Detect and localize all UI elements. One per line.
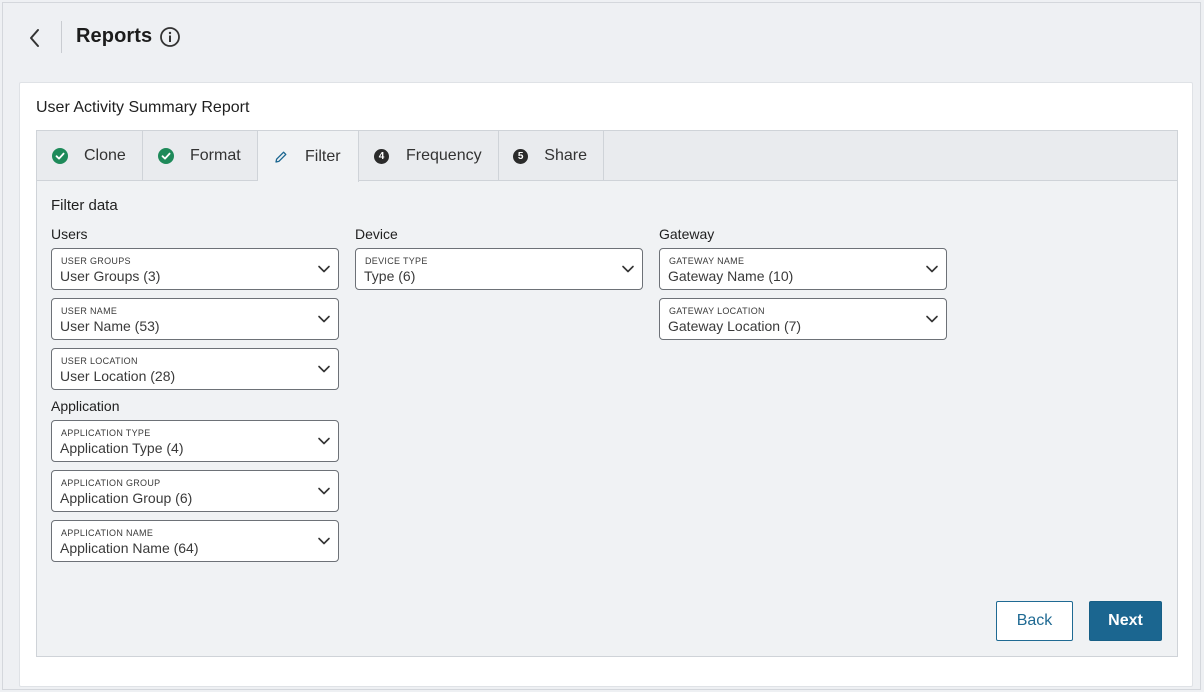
next-button[interactable]: Next bbox=[1089, 601, 1162, 641]
report-wizard: Clone Format Filter 4 Frequency 5 Share … bbox=[36, 130, 1178, 657]
tab-label: Format bbox=[190, 147, 241, 164]
application-name-dropdown[interactable]: APPLICATION NAME Application Name (64) bbox=[51, 520, 339, 562]
tab-format[interactable]: Format bbox=[143, 131, 258, 181]
gateway-name-dropdown[interactable]: GATEWAY NAME Gateway Name (10) bbox=[659, 248, 947, 290]
user-name-dropdown[interactable]: USER NAME User Name (53) bbox=[51, 298, 339, 340]
page-title: Reports bbox=[76, 25, 153, 47]
chevron-down-icon bbox=[318, 487, 330, 495]
chevron-down-icon bbox=[318, 537, 330, 545]
device-type-dropdown[interactable]: DEVICE TYPE Type (6) bbox=[355, 248, 643, 290]
application-group-dropdown[interactable]: APPLICATION GROUP Application Group (6) bbox=[51, 470, 339, 512]
chevron-down-icon bbox=[622, 265, 634, 273]
tab-filter[interactable]: Filter bbox=[258, 131, 359, 182]
chevron-down-icon bbox=[318, 265, 330, 273]
wizard-tabs: Clone Format Filter 4 Frequency 5 Share bbox=[37, 131, 1177, 182]
chevron-down-icon bbox=[318, 437, 330, 445]
page-header: Reports bbox=[3, 3, 1200, 73]
user-groups-dropdown[interactable]: USER GROUPS User Groups (3) bbox=[51, 248, 339, 290]
gateway-location-dropdown[interactable]: GATEWAY LOCATION Gateway Location (7) bbox=[659, 298, 947, 340]
report-card: User Activity Summary Report Clone Forma… bbox=[19, 82, 1193, 687]
chevron-down-icon bbox=[926, 265, 938, 273]
tab-label: Filter bbox=[305, 147, 341, 165]
device-group-label: Device bbox=[355, 226, 398, 242]
back-button[interactable]: Back bbox=[996, 601, 1073, 641]
app-frame: Reports User Activity Summary Report Clo… bbox=[2, 2, 1201, 690]
tab-frequency[interactable]: 4 Frequency bbox=[359, 131, 499, 181]
step-number-badge: 4 bbox=[373, 148, 390, 165]
tab-label: Clone bbox=[84, 147, 126, 164]
application-group-label: Application bbox=[51, 398, 120, 414]
check-circle-icon bbox=[157, 148, 174, 165]
info-icon[interactable] bbox=[159, 26, 181, 48]
tab-clone[interactable]: Clone bbox=[37, 131, 143, 181]
filter-section-title: Filter data bbox=[51, 197, 118, 214]
check-circle-icon bbox=[51, 148, 68, 165]
pencil-icon bbox=[272, 148, 289, 165]
user-location-dropdown[interactable]: USER LOCATION User Location (28) bbox=[51, 348, 339, 390]
back-arrow-button[interactable] bbox=[23, 25, 47, 51]
report-title: User Activity Summary Report bbox=[36, 99, 250, 116]
tab-share[interactable]: 5 Share bbox=[499, 131, 604, 181]
tab-label: Frequency bbox=[406, 147, 482, 164]
header-divider bbox=[61, 21, 62, 53]
chevron-down-icon bbox=[926, 315, 938, 323]
chevron-down-icon bbox=[318, 315, 330, 323]
step-number-badge: 5 bbox=[513, 148, 529, 165]
application-type-dropdown[interactable]: APPLICATION TYPE Application Type (4) bbox=[51, 420, 339, 462]
chevron-left-icon bbox=[30, 29, 39, 47]
users-group-label: Users bbox=[51, 226, 88, 242]
tab-label: Share bbox=[544, 147, 587, 164]
gateway-group-label: Gateway bbox=[659, 226, 715, 242]
chevron-down-icon bbox=[318, 365, 330, 373]
